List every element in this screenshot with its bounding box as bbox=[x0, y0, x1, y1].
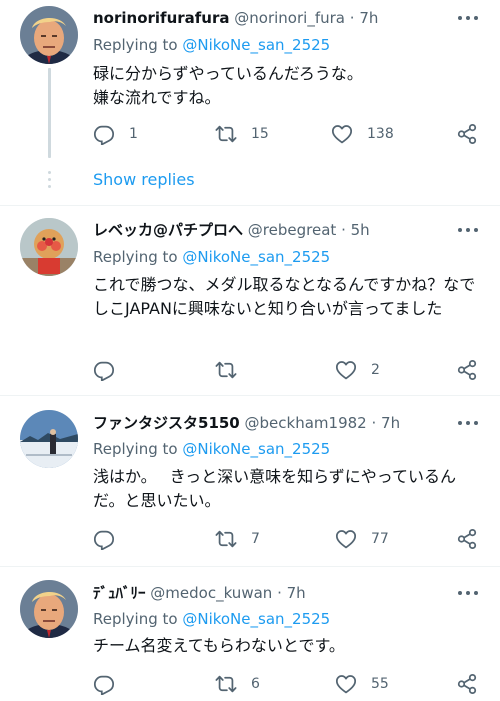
retweet-button[interactable] bbox=[215, 358, 251, 382]
retweet-count: 15 bbox=[251, 126, 269, 142]
reply-icon bbox=[93, 123, 115, 145]
retweet-count: 7 bbox=[251, 531, 260, 547]
display-name[interactable]: ﾃﾞｭﾊﾞﾘｰ bbox=[93, 584, 146, 602]
replying-prefix: Replying to bbox=[93, 610, 183, 628]
like-icon bbox=[331, 123, 353, 145]
retweet-icon bbox=[215, 123, 237, 145]
replying-prefix: Replying to bbox=[93, 36, 183, 54]
user-handle[interactable]: @medoc_kuwan bbox=[150, 584, 272, 602]
more-icon[interactable] bbox=[458, 8, 482, 28]
share-button[interactable] bbox=[456, 672, 478, 696]
reply-button[interactable] bbox=[93, 672, 129, 696]
separator-dot: · bbox=[371, 414, 377, 432]
retweet-icon bbox=[215, 359, 237, 381]
share-icon bbox=[456, 123, 478, 145]
separator-dot: · bbox=[341, 221, 346, 239]
thread-line bbox=[48, 68, 51, 158]
reply-icon bbox=[93, 528, 115, 550]
like-button[interactable]: 138 bbox=[331, 122, 394, 146]
like-icon bbox=[335, 673, 357, 695]
replying-to: Replying to @NikoNe_san_2525 bbox=[93, 247, 330, 267]
more-icon[interactable] bbox=[458, 220, 482, 240]
reply-button[interactable]: 1 bbox=[93, 122, 138, 146]
separator-dot: · bbox=[277, 584, 282, 602]
tweet-actions: 7 77 bbox=[93, 527, 483, 551]
tweet-header: norinorifurafura @norinori_fura · 7h bbox=[93, 8, 450, 28]
reply-icon bbox=[93, 359, 115, 381]
avatar[interactable] bbox=[20, 218, 78, 276]
tweet-header: ﾃﾞｭﾊﾞﾘｰ @medoc_kuwan · 7h bbox=[93, 583, 450, 603]
tweet-card[interactable]: ファンタジスタ5150 @beckham1982 · 7h Replying t… bbox=[0, 396, 500, 565]
like-icon bbox=[335, 528, 357, 550]
like-count: 77 bbox=[371, 531, 389, 547]
replying-prefix: Replying to bbox=[93, 248, 183, 266]
tweet-actions: 1 15 138 bbox=[93, 122, 483, 146]
tweet-text: 浅はか。 きっと深い意味を知らずにやっているんだ。と思いたい。 bbox=[93, 467, 457, 510]
display-name[interactable]: norinorifurafura bbox=[93, 9, 230, 27]
user-handle[interactable]: @beckham1982 bbox=[245, 414, 367, 432]
replying-to-link[interactable]: @NikoNe_san_2525 bbox=[182, 610, 330, 628]
user-handle[interactable]: @rebegreat bbox=[248, 221, 336, 239]
tweet-text: チーム名変えてもらわないとです。 bbox=[93, 636, 345, 655]
share-button[interactable] bbox=[456, 527, 478, 551]
share-button[interactable] bbox=[456, 122, 478, 146]
timestamp[interactable]: 7h bbox=[381, 414, 400, 432]
display-name[interactable]: レベッカ@パチプロへ bbox=[93, 221, 243, 239]
like-icon bbox=[335, 359, 357, 381]
like-button[interactable]: 55 bbox=[335, 672, 389, 696]
display-name[interactable]: ファンタジスタ5150 bbox=[93, 414, 240, 432]
like-button[interactable]: 77 bbox=[335, 527, 389, 551]
retweet-button[interactable]: 15 bbox=[215, 122, 269, 146]
tweet-actions: 2 bbox=[93, 358, 483, 382]
retweet-count: 6 bbox=[251, 676, 260, 692]
show-replies-link[interactable]: Show replies bbox=[93, 170, 195, 189]
timestamp[interactable]: 7h bbox=[287, 584, 306, 602]
like-count: 2 bbox=[371, 362, 380, 378]
tweet-header: ファンタジスタ5150 @beckham1982 · 7h bbox=[93, 413, 450, 433]
thread-dot bbox=[48, 185, 51, 188]
tweet-card[interactable]: ﾃﾞｭﾊﾞﾘｰ @medoc_kuwan · 7h Replying to @N… bbox=[0, 567, 500, 701]
user-handle[interactable]: @norinori_fura bbox=[234, 9, 345, 27]
tweet-actions: 6 55 bbox=[93, 672, 483, 696]
tweet-header: レベッカ@パチプロへ @rebegreat · 5h bbox=[93, 220, 450, 240]
reply-icon bbox=[93, 673, 115, 695]
retweet-button[interactable]: 7 bbox=[215, 527, 260, 551]
share-icon bbox=[456, 359, 478, 381]
share-icon bbox=[456, 673, 478, 695]
like-count: 55 bbox=[371, 676, 389, 692]
tweet-card[interactable]: norinorifurafura @norinori_fura · 7h Rep… bbox=[0, 0, 500, 205]
share-icon bbox=[456, 528, 478, 550]
share-button[interactable] bbox=[456, 358, 478, 382]
reply-count: 1 bbox=[129, 126, 138, 142]
separator-dot: · bbox=[349, 9, 355, 27]
replying-to: Replying to @NikoNe_san_2525 bbox=[93, 35, 330, 55]
thread-dot bbox=[48, 178, 51, 181]
tweet-card[interactable]: レベッカ@パチプロへ @rebegreat · 5h Replying to @… bbox=[0, 206, 500, 394]
replying-to-link[interactable]: @NikoNe_san_2525 bbox=[182, 248, 330, 266]
reply-button[interactable] bbox=[93, 358, 129, 382]
replying-to: Replying to @NikoNe_san_2525 bbox=[93, 439, 330, 459]
tweet-text: 碌に分からずやっているんだろうな。 嫌な流れですね。 bbox=[93, 64, 363, 107]
retweet-button[interactable]: 6 bbox=[215, 672, 260, 696]
avatar[interactable] bbox=[20, 410, 78, 468]
replying-to-link[interactable]: @NikoNe_san_2525 bbox=[182, 440, 330, 458]
replying-to: Replying to @NikoNe_san_2525 bbox=[93, 609, 330, 629]
more-icon[interactable] bbox=[458, 583, 482, 603]
timestamp[interactable]: 7h bbox=[359, 9, 378, 27]
like-button[interactable]: 2 bbox=[335, 358, 380, 382]
avatar[interactable] bbox=[20, 6, 78, 64]
thread-dot bbox=[48, 171, 51, 174]
more-icon[interactable] bbox=[458, 413, 482, 433]
replying-to-link[interactable]: @NikoNe_san_2525 bbox=[182, 36, 330, 54]
tweet-text: これで勝つな、メダル取るなとなるんですかね？なでしこJAPANに興味ないと知り合… bbox=[93, 275, 476, 318]
timestamp[interactable]: 5h bbox=[351, 221, 370, 239]
reply-button[interactable] bbox=[93, 527, 129, 551]
retweet-icon bbox=[215, 673, 237, 695]
like-count: 138 bbox=[367, 126, 394, 142]
replying-prefix: Replying to bbox=[93, 440, 183, 458]
retweet-icon bbox=[215, 528, 237, 550]
avatar[interactable] bbox=[20, 580, 78, 638]
